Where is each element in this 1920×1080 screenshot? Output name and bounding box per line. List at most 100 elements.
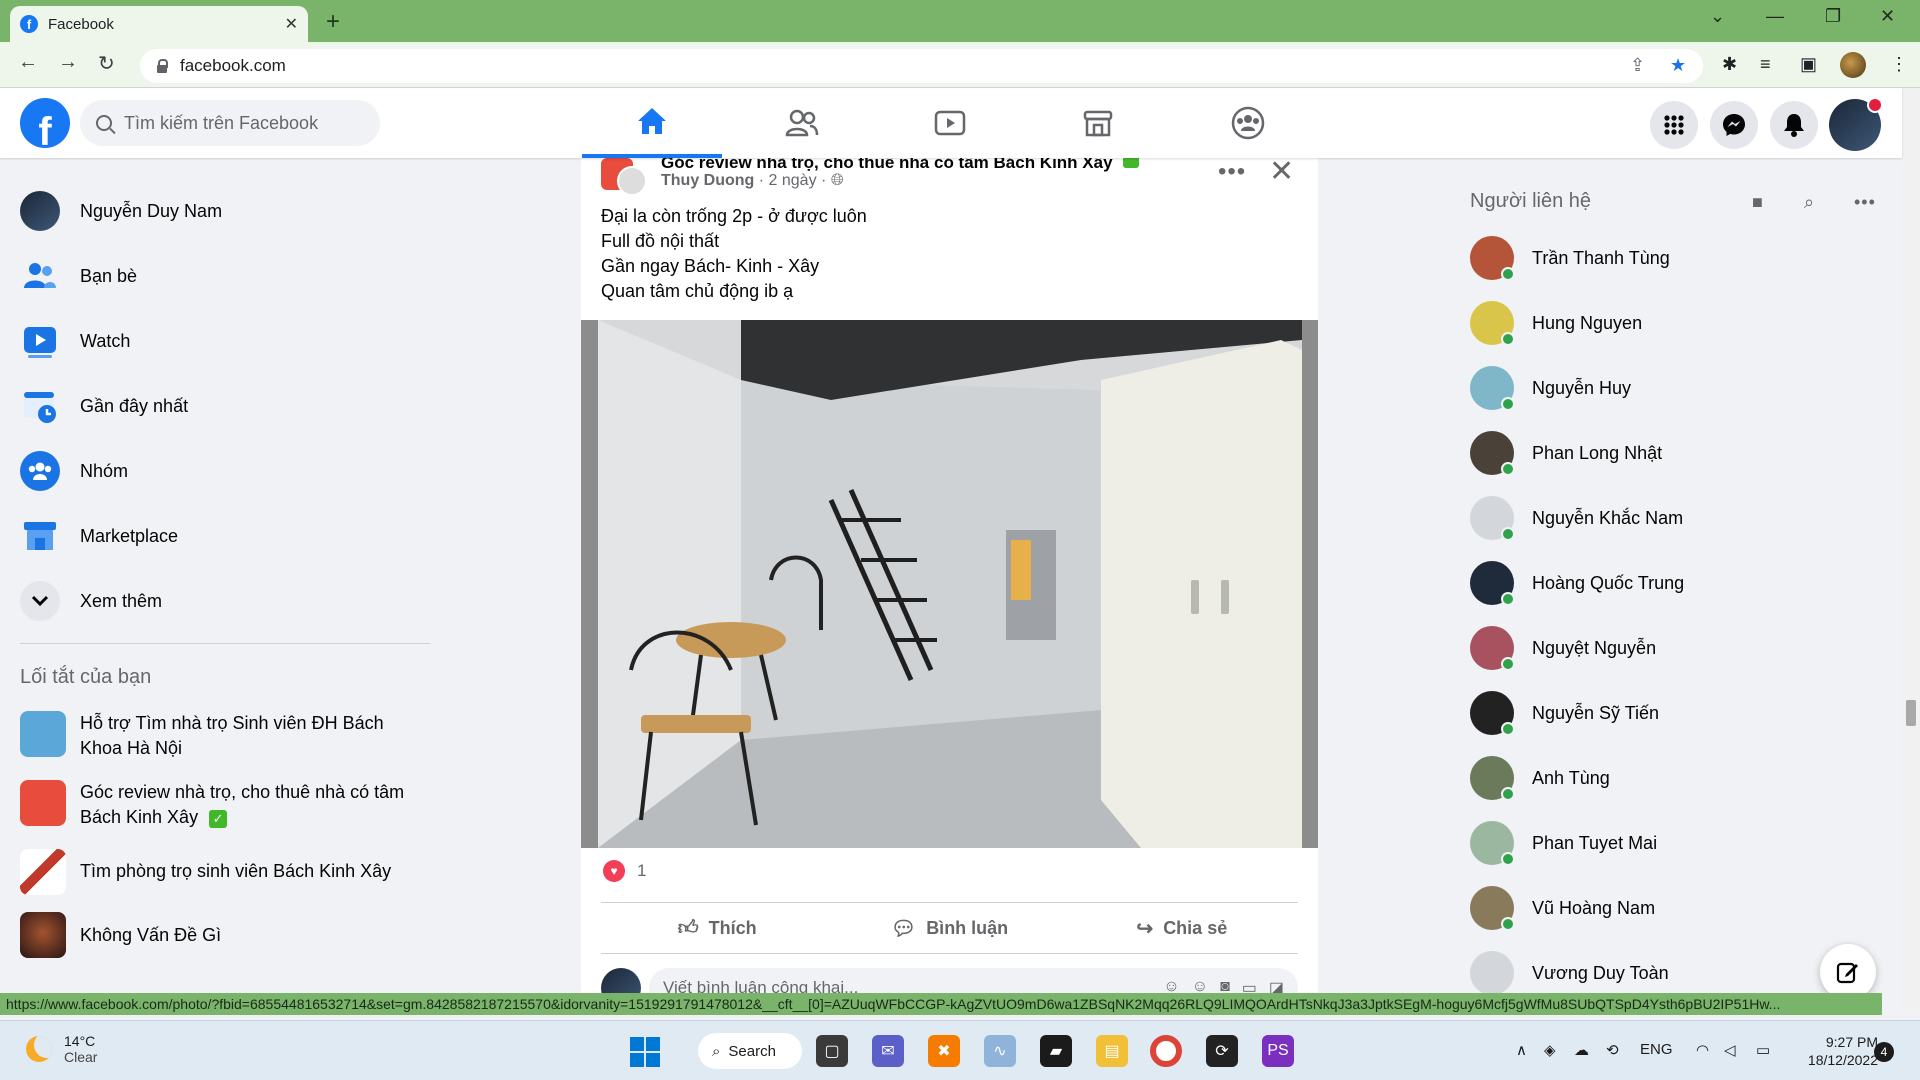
reload-icon[interactable]: ↻ bbox=[98, 51, 115, 76]
nav-home-tab[interactable] bbox=[582, 88, 722, 158]
security-shield-icon[interactable]: ◈ bbox=[1544, 1041, 1556, 1059]
online-status-dot bbox=[1501, 462, 1515, 476]
performance-monitor-icon[interactable]: ∿ bbox=[984, 1035, 1016, 1067]
phpstorm-icon[interactable]: PS bbox=[1262, 1035, 1294, 1067]
media-queue-icon[interactable]: ≡ bbox=[1760, 54, 1771, 75]
nav-friends-tab[interactable] bbox=[732, 88, 872, 158]
system-clock[interactable]: 9:27 PM 18/12/2022 bbox=[1800, 1033, 1878, 1069]
chrome-icon[interactable] bbox=[1150, 1035, 1182, 1067]
browser-menu-icon[interactable]: ⋮ bbox=[1890, 54, 1908, 75]
notification-count-badge[interactable]: 4 bbox=[1874, 1042, 1894, 1062]
contact-item[interactable]: Nguyễn Huy bbox=[1470, 363, 1631, 413]
side-panel-icon[interactable]: ▣ bbox=[1800, 54, 1817, 75]
minimize-button[interactable]: — bbox=[1766, 6, 1784, 27]
page-scrollbar[interactable] bbox=[1902, 88, 1920, 1010]
sidebar-item-see-more[interactable]: Xem thêm bbox=[20, 576, 162, 626]
friends-icon bbox=[20, 256, 60, 296]
new-message-button[interactable] bbox=[1820, 944, 1876, 1000]
contact-item[interactable]: Nguyễn Sỹ Tiến bbox=[1470, 688, 1659, 738]
contact-item[interactable]: Vũ Hoàng Nam bbox=[1470, 883, 1655, 933]
search-icon[interactable]: ⌕ bbox=[1804, 192, 1814, 213]
browser-profile-avatar[interactable] bbox=[1840, 52, 1866, 78]
tab-search-chevron-icon[interactable]: ⌄ bbox=[1710, 6, 1725, 27]
taskbar-search-button[interactable]: ⌕ Search bbox=[698, 1033, 802, 1069]
scrollbar-thumb[interactable] bbox=[1906, 700, 1916, 726]
like-button[interactable]: 👍︎ Thích bbox=[601, 903, 833, 953]
weather-widget[interactable]: 14°C Clear bbox=[26, 1033, 97, 1065]
language-indicator[interactable]: ENG bbox=[1640, 1041, 1673, 1058]
menu-grid-button[interactable] bbox=[1650, 101, 1698, 149]
sidebar-item-friends[interactable]: Bạn bè bbox=[20, 251, 137, 301]
contact-item[interactable]: Vương Duy Toàn bbox=[1470, 948, 1669, 998]
share-icon[interactable]: ⇪ bbox=[1630, 55, 1645, 76]
xampp-icon[interactable]: ✖ bbox=[928, 1035, 960, 1067]
sidebar-item-marketplace[interactable]: Marketplace bbox=[20, 511, 178, 561]
sidebar-item-groups[interactable]: Nhóm bbox=[20, 446, 128, 496]
forward-arrow-icon[interactable]: → bbox=[58, 51, 78, 74]
battery-icon[interactable]: ▭ bbox=[1756, 1041, 1770, 1059]
contact-item[interactable]: Phan Tuyet Mai bbox=[1470, 818, 1657, 868]
onedrive-cloud-icon[interactable]: ☁ bbox=[1574, 1041, 1589, 1059]
shortcut-item[interactable]: Không Vấn Đề Gì bbox=[20, 912, 440, 958]
more-options-icon[interactable]: ••• bbox=[1854, 192, 1876, 213]
garena-icon[interactable]: ⟳ bbox=[1206, 1035, 1238, 1067]
compose-icon bbox=[1836, 962, 1858, 984]
nav-marketplace-tab[interactable] bbox=[1028, 88, 1168, 158]
contact-item[interactable]: Nguyệt Nguyễn bbox=[1470, 623, 1656, 673]
shortcut-item[interactable]: Hỗ trợ Tìm nhà trọ Sinh viên ĐH Bách Kho… bbox=[20, 711, 440, 761]
shortcut-item[interactable]: Tìm phòng trọ sinh viên Bách Kinh Xây bbox=[20, 849, 440, 895]
sticky-notes-icon[interactable]: ▰ bbox=[1040, 1035, 1072, 1067]
post-reactions[interactable]: ♥ 1 bbox=[603, 860, 646, 882]
video-call-icon[interactable]: ■ bbox=[1752, 192, 1763, 213]
online-status-dot bbox=[1501, 852, 1515, 866]
share-label: Chia sẻ bbox=[1163, 917, 1228, 938]
post-author[interactable]: Thuy Duong bbox=[661, 172, 754, 189]
close-window-button[interactable]: ✕ bbox=[1880, 6, 1895, 27]
sidebar-item-watch[interactable]: Watch bbox=[20, 316, 130, 366]
windows-start-icon[interactable] bbox=[630, 1037, 660, 1067]
notifications-button[interactable] bbox=[1770, 101, 1818, 149]
tab-close-icon[interactable]: ✕ bbox=[285, 14, 298, 34]
group-avatar[interactable] bbox=[601, 158, 647, 196]
post-close-icon[interactable]: ✕ bbox=[1269, 158, 1294, 189]
shortcut-item[interactable]: Góc review nhà trọ, cho thuê nhà có tâm … bbox=[20, 780, 440, 830]
contact-item[interactable]: Hung Nguyen bbox=[1470, 298, 1642, 348]
restore-button[interactable]: ❐ bbox=[1825, 6, 1841, 27]
bookmark-star-icon[interactable]: ★ bbox=[1670, 55, 1686, 76]
sidebar-item-recent[interactable]: Gần đây nhất bbox=[20, 381, 188, 431]
sync-icon[interactable]: ⟲ bbox=[1606, 1041, 1619, 1059]
extensions-puzzle-icon[interactable]: ✱ bbox=[1722, 54, 1737, 75]
contact-item[interactable]: Anh Tùng bbox=[1470, 753, 1610, 803]
share-button[interactable]: ↪ Chia sẻ bbox=[1066, 903, 1298, 953]
task-view-icon[interactable]: ▢ bbox=[816, 1035, 848, 1067]
file-explorer-icon[interactable]: ▤ bbox=[1096, 1035, 1128, 1067]
contact-item[interactable]: Nguyễn Khắc Nam bbox=[1470, 493, 1683, 543]
facebook-logo-icon[interactable]: f bbox=[20, 98, 70, 148]
sidebar-item-profile[interactable]: Nguyễn Duy Nam bbox=[20, 186, 222, 236]
messenger-button[interactable] bbox=[1710, 101, 1758, 149]
volume-icon[interactable]: ◁ bbox=[1724, 1041, 1736, 1059]
online-status-dot bbox=[1501, 787, 1515, 801]
comment-label: Bình luận bbox=[926, 917, 1009, 938]
post-time[interactable]: · 2 ngày · bbox=[759, 172, 827, 189]
post-group-name[interactable]: Góc review nhà trọ, cho thuê nhà có tâm … bbox=[661, 158, 1140, 173]
contact-item[interactable]: Trần Thanh Tùng bbox=[1470, 233, 1670, 283]
browser-tab[interactable]: f Facebook ✕ bbox=[10, 6, 308, 42]
comment-button[interactable]: 💬︎ Bình luận bbox=[833, 903, 1065, 953]
nav-watch-tab[interactable] bbox=[880, 88, 1020, 158]
online-status-dot bbox=[1501, 722, 1515, 736]
contact-item[interactable]: Hoàng Quốc Trung bbox=[1470, 558, 1684, 608]
post-photo[interactable] bbox=[581, 320, 1318, 848]
facebook-search-input[interactable]: Tìm kiếm trên Facebook bbox=[80, 100, 380, 146]
teams-chat-icon[interactable]: ✉ bbox=[872, 1035, 904, 1067]
contact-item[interactable]: Phan Long Nhật bbox=[1470, 428, 1662, 478]
new-tab-button[interactable]: + bbox=[326, 8, 340, 36]
back-arrow-icon[interactable]: ← bbox=[18, 51, 38, 74]
show-hidden-icons-chevron-icon[interactable]: ∧ bbox=[1516, 1041, 1527, 1059]
account-avatar[interactable] bbox=[1829, 97, 1883, 151]
address-bar[interactable]: facebook.com ⇪ ★ bbox=[140, 49, 1703, 83]
post-more-options-icon[interactable]: ••• bbox=[1218, 158, 1246, 186]
wifi-icon[interactable]: ◠ bbox=[1696, 1041, 1709, 1059]
marketplace-store-icon bbox=[1083, 110, 1113, 137]
nav-groups-tab[interactable] bbox=[1178, 88, 1318, 158]
